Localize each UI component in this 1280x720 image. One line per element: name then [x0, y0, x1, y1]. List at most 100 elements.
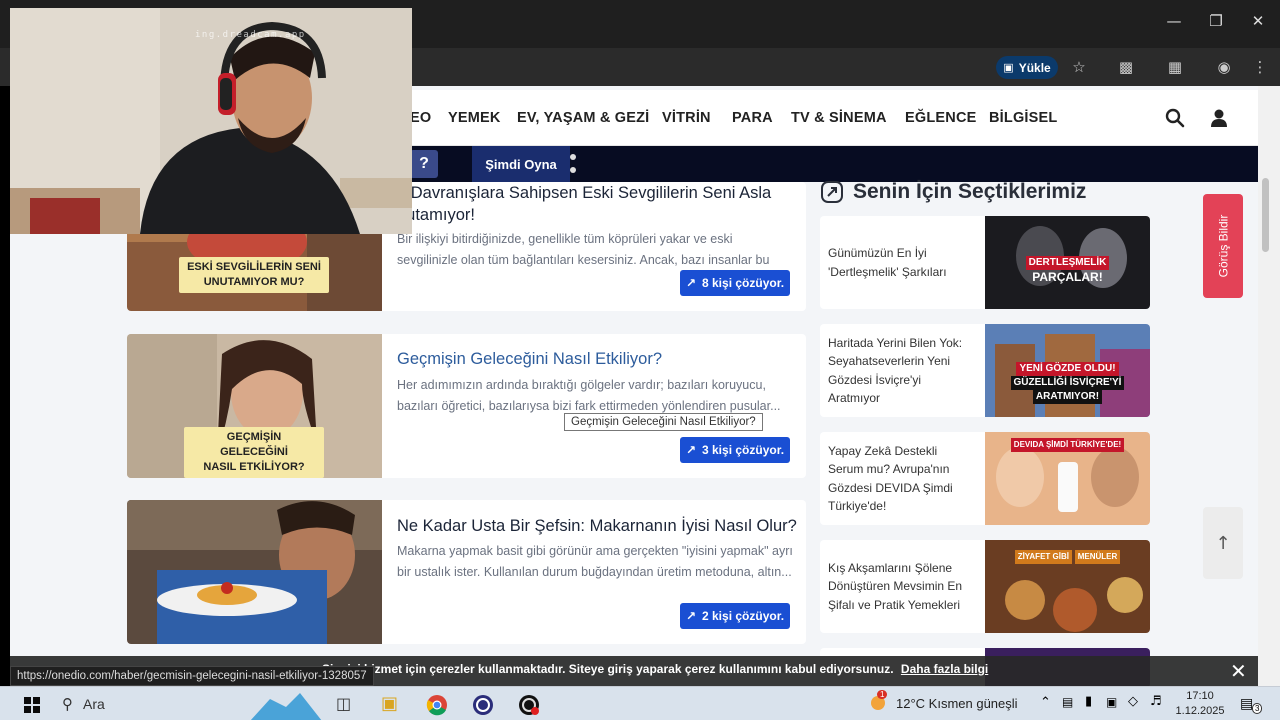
solvers-label: 8 kişi çözüyor. [702, 276, 785, 290]
tray-icon[interactable]: ▤ [1062, 695, 1073, 709]
nav-item-video[interactable]: EO [410, 110, 431, 126]
extensions-icon[interactable]: ▩ [1116, 57, 1136, 77]
user-icon[interactable] [1209, 108, 1229, 128]
dot-icon [570, 167, 576, 173]
chrome-icon[interactable] [426, 694, 448, 716]
article-card[interactable]: GEÇMİŞİN GELECEĞİNİ NASIL ETKİLİYOR? Geç… [127, 334, 806, 478]
solvers-button[interactable]: ↗ 2 kişi çözüyor. [680, 603, 790, 629]
nav-item-ev-yasam-gezi[interactable]: EV, YAŞAM & GEZİ [517, 110, 649, 126]
recommended-item[interactable]: Kış Akşamlarını Şölene Dönüştüren Mevsim… [820, 540, 1150, 633]
clock-time: 17:10 [1186, 690, 1214, 702]
help-button[interactable]: ? [410, 150, 438, 178]
tag-line: DERTLEŞMELİK [1025, 256, 1110, 270]
network-icon[interactable]: ◇ [1128, 694, 1138, 709]
tag-line: PARÇALAR! [1032, 270, 1103, 284]
solvers-button[interactable]: ↗ 8 kişi çözüyor. [680, 270, 790, 296]
cookie-more-link[interactable]: Daha fazla bilgi [901, 662, 988, 676]
play-now-button[interactable]: Şimdi Oyna [472, 146, 570, 182]
article-card[interactable]: Ne Kadar Usta Bir Şefsin: Makarnanın İyi… [127, 500, 806, 644]
article-description: Her adımımızın ardında bıraktığı gölgele… [397, 378, 781, 413]
scrollbar-thumb[interactable] [1262, 178, 1269, 252]
trending-icon: ↗ [685, 609, 696, 623]
recommended-thumbnail: DERTLEŞMELİK PARÇALAR! [985, 216, 1150, 309]
thumbnail-tag: YENİ GÖZDE OLDU! GÜZELLİĞİ İSVİÇRE'Yİ AR… [993, 362, 1142, 404]
nav-item-bilgisel[interactable]: BİLGİSEL [989, 110, 1057, 126]
install-label: Yükle [1018, 60, 1051, 75]
nav-item-para[interactable]: PARA [732, 110, 773, 126]
weather-icon: 1 [868, 690, 888, 713]
system-clock[interactable]: 17:10 1.12.2025 [1172, 689, 1228, 719]
thumbnail-tag: DEVIDA ŞİMDİ TÜRKİYE'DE! [993, 438, 1142, 452]
bookmark-star-icon[interactable]: ☆ [1069, 57, 1089, 77]
cookie-text: Si n iyi hizmet için çerezler kullanmakt… [322, 662, 894, 676]
link-tooltip: Geçmişin Geleceğini Nasıl Etkiliyor? [564, 413, 763, 431]
taskbar-search[interactable]: ⚲ Ara [62, 695, 105, 713]
article-title[interactable]: Ne Kadar Usta Bir Şefsin: Makarnanın İyi… [397, 515, 797, 537]
scroll-to-top-button[interactable]: ↑ [1203, 507, 1243, 579]
recommended-title: Günümüzün En İyi 'Dertleşmelik' Şarkılar… [828, 246, 947, 279]
recommended-thumbnail: YENİ GÖZDE OLDU! GÜZELLİĞİ İSVİÇRE'Yİ AR… [985, 324, 1150, 417]
article-description: Bir ilişkiyi bitirdiğinizde, genellikle … [397, 232, 770, 267]
notification-badge: 3 [1252, 703, 1263, 714]
recommended-item[interactable]: Yapay Zekâ Destekli Serum mu? Avrupa'nın… [820, 432, 1150, 525]
install-button[interactable]: ▣ Yükle [996, 56, 1058, 79]
file-explorer-icon[interactable]: ▣ [381, 693, 398, 714]
taskbar-search-label: Ara [83, 696, 105, 712]
page-scrollbar[interactable] [1258, 86, 1280, 686]
article-title[interactable]: Geçmişin Geleceğini Nasıl Etkiliyor? [397, 348, 797, 370]
solvers-button[interactable]: ↗ 3 kişi çözüyor. [680, 437, 790, 463]
webcam-overlay: ing.dreadcam.app [10, 8, 412, 234]
search-icon[interactable] [1165, 108, 1185, 128]
translate-icon[interactable]: ▦ [1165, 57, 1185, 77]
thumbnail-tag: ZİYAFET GİBİ MENÜLER [993, 550, 1142, 564]
dot-icon [570, 154, 576, 160]
trending-icon: ↗ [685, 276, 696, 290]
microphone-icon[interactable]: ▮ [1085, 694, 1092, 709]
recommended-thumbnail: DEVIDA ŞİMDİ TÜRKİYE'DE! [985, 432, 1150, 525]
app-ring-icon[interactable] [472, 694, 494, 716]
thumbnail-caption: ESKİ SEVGİLİLERİN SENİ UNUTAMIYOR MU? [179, 257, 329, 293]
tag-line: MENÜLER [1074, 550, 1121, 564]
trending-icon: ↗ [685, 443, 696, 457]
display-icon[interactable]: ▣ [1106, 695, 1117, 709]
tag-line: YENİ GÖZDE OLDU! [1016, 362, 1119, 376]
article-thumbnail[interactable]: GEÇMİŞİN GELECEĞİNİ NASIL ETKİLİYOR? [127, 334, 382, 478]
menu-icon[interactable]: ⋮ [1250, 57, 1270, 77]
solvers-label: 3 kişi çözüyor. [702, 443, 785, 457]
minimize-icon[interactable]: — [1162, 12, 1186, 30]
obs-icon[interactable] [518, 694, 540, 716]
solvers-label: 2 kişi çözüyor. [702, 609, 785, 623]
article-thumbnail[interactable] [127, 500, 382, 644]
caption-line: ESKİ SEVGİLİLERİN SENİ [187, 261, 321, 273]
recommended-title: Yapay Zekâ Destekli Serum mu? Avrupa'nın… [828, 443, 953, 514]
task-view-icon[interactable]: ◫ [336, 694, 351, 713]
notification-center[interactable]: ▤ 3 [1240, 695, 1264, 715]
article-title[interactable]: u Davranışlara Sahipsen Eski Sevgilileri… [397, 182, 797, 226]
recommended-title: Kış Akşamlarını Şölene Dönüştüren Mevsim… [828, 560, 963, 612]
sidebar-title-text: Senin İçin Seçtiklerimiz [853, 180, 1087, 203]
feedback-button[interactable]: Görüş Bildir [1203, 194, 1243, 298]
nav-item-yemek[interactable]: YEMEK [448, 110, 501, 126]
restore-icon[interactable]: ❐ [1204, 12, 1228, 30]
title-line: nutamıyor! [397, 206, 475, 224]
weather-widget[interactable]: 1 12°C Kısmen güneşli [868, 690, 1018, 713]
webcam-image [10, 8, 412, 234]
volume-icon[interactable]: ♬ [1150, 694, 1162, 709]
search-highlight-icon [250, 693, 322, 720]
thumbnail-caption: GEÇMİŞİN GELECEĞİNİ NASIL ETKİLİYOR? [184, 427, 324, 478]
close-window-icon[interactable]: ✕ [1246, 12, 1270, 30]
caption-line: NASIL ETKİLİYOR? [203, 461, 305, 473]
recommended-item[interactable]: Haritada Yerini Bilen Yok: Seyahatseverl… [820, 324, 1150, 417]
nav-item-eglence[interactable]: EĞLENCE [905, 110, 977, 126]
tag-line: GÜZELLİĞİ İSVİÇRE'Yİ [1010, 376, 1125, 390]
nav-item-vitrin[interactable]: VİTRİN [662, 110, 711, 126]
windows-start-icon[interactable] [24, 697, 40, 713]
webcam-watermark: ing.dreadcam.app [195, 30, 306, 40]
cookie-close-icon[interactable]: ✕ [1230, 659, 1247, 683]
caption-line: UNUTAMIYOR MU? [203, 276, 305, 288]
nav-item-tv-sinema[interactable]: TV & SİNEMA [791, 110, 887, 126]
chevron-up-icon[interactable]: ⌃ [1040, 695, 1051, 710]
recommended-item[interactable]: Günümüzün En İyi 'Dertleşmelik' Şarkılar… [820, 216, 1150, 309]
trending-box-icon [821, 181, 843, 203]
profile-icon[interactable]: ◉ [1214, 57, 1234, 77]
